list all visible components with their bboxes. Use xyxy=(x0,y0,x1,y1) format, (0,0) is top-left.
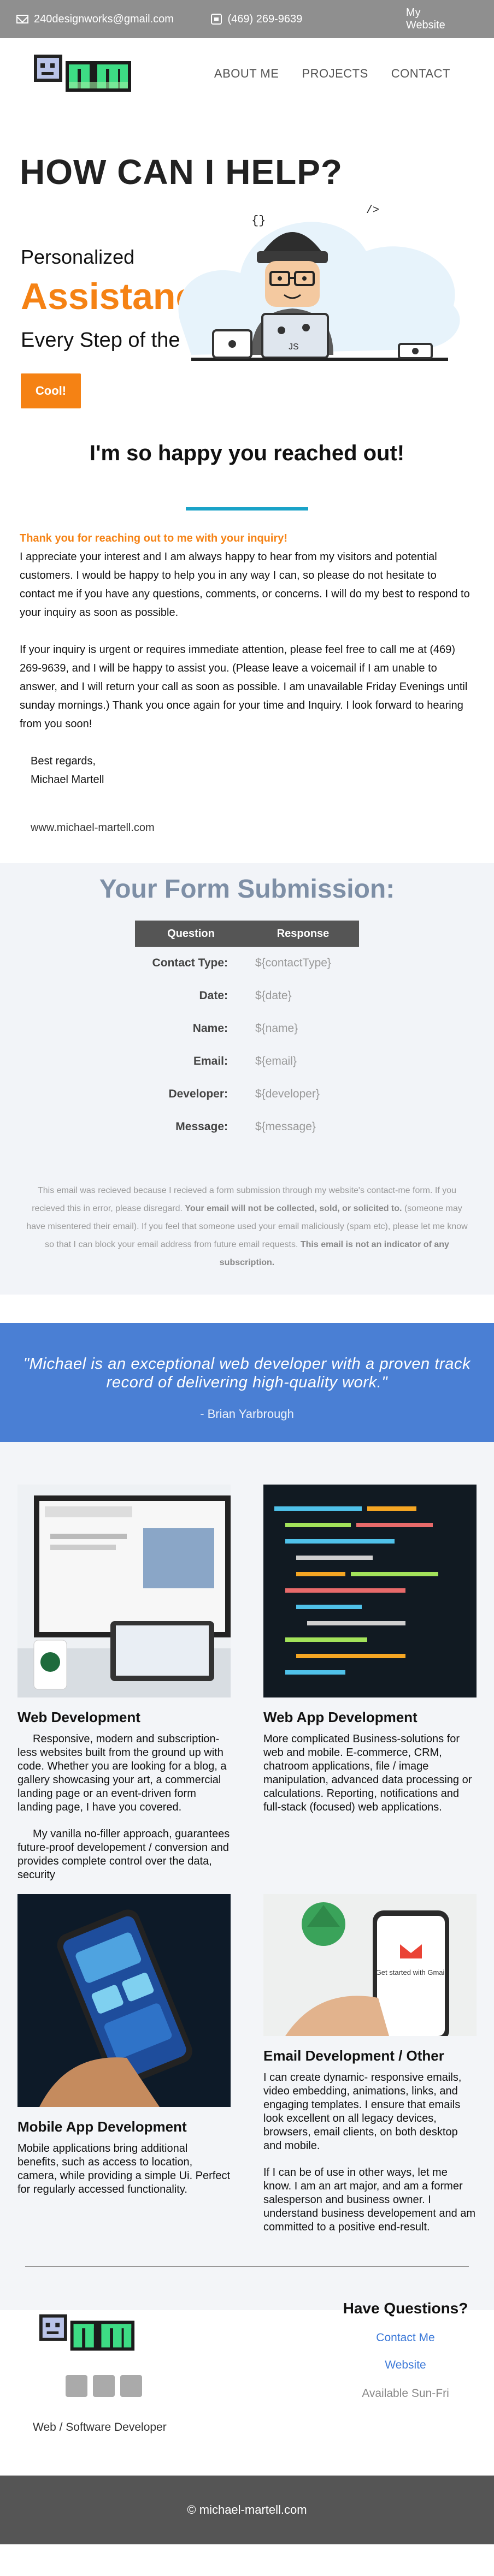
hero-section: HOW CAN I HELP? Personalized Assistance … xyxy=(0,109,494,431)
table-row: Contact Type: ${contactType} xyxy=(135,947,359,980)
row-label: Contact Type: xyxy=(152,957,228,969)
nav-projects[interactable]: PROJECTS xyxy=(302,67,368,81)
website-url[interactable]: www.michael-martell.com xyxy=(0,789,494,860)
service-description: Mobile applications bring additional ben… xyxy=(17,2142,231,2197)
intro-letter: Thank you for reaching out to me with yo… xyxy=(0,511,494,733)
phone-link[interactable]: (469) 269-9639 xyxy=(211,13,405,26)
regards-text: Best regards, xyxy=(31,755,96,767)
table-row: Developer: ${developer} xyxy=(135,1078,359,1111)
service-title: Email Development / Other xyxy=(263,2047,444,2064)
cool-button[interactable]: Cool! xyxy=(21,373,81,408)
service-paragraph: Responsive, modern and subscription-less… xyxy=(17,1733,227,1813)
column-question: Question xyxy=(167,927,215,940)
main-nav: ABOUT ME PROJECTS CONTACT xyxy=(0,38,494,109)
intro-heading: I'm so happy you reached out! xyxy=(89,441,405,465)
website-link[interactable]: Website xyxy=(340,2359,471,2372)
testimonial-author: - Brian Yarbrough xyxy=(200,1407,294,1421)
service-title: Web App Development xyxy=(263,1709,417,1725)
service-mobile-app-development: Mobile App Development Mobile applicatio… xyxy=(17,1894,231,2210)
footer-divider xyxy=(25,2266,469,2267)
service-paragraph: If I can be of use in other ways, let me… xyxy=(263,2167,476,2233)
my-website-link[interactable]: My Website xyxy=(406,7,462,32)
top-bar: 240designworks@gmail.com (469) 269-9639 … xyxy=(0,0,494,38)
service-web-app-development: Web App Development More complicated Bus… xyxy=(263,1485,477,1827)
signature-block: Best regards, Michael Martell xyxy=(0,752,494,789)
row-value: ${name} xyxy=(255,1022,298,1035)
service-web-development: Web Development Responsive, modern and s… xyxy=(17,1485,231,1895)
svg-text:/>: /> xyxy=(366,204,379,217)
submission-table: Question Response Contact Type: ${contact… xyxy=(135,921,359,1143)
footer-tagline: Web / Software Developer xyxy=(33,2421,167,2433)
service-paragraph: More complicated Business-solutions for … xyxy=(263,1733,472,1813)
hero-line-personalized: Personalized xyxy=(21,246,135,268)
row-label: Message: xyxy=(175,1120,228,1133)
svg-text:{}: {} xyxy=(251,214,266,228)
service-email-development: Get started with Gmail Email Development… xyxy=(263,1894,477,2247)
nav-about[interactable]: ABOUT ME xyxy=(214,67,279,81)
email-link[interactable]: 240designworks@gmail.com xyxy=(16,13,211,26)
code-screen-image xyxy=(263,1485,477,1697)
copyright-bar: © michael-martell.com xyxy=(0,2476,494,2544)
column-response: Response xyxy=(277,927,330,940)
footer-mm-logo[interactable] xyxy=(38,2308,137,2358)
social-links xyxy=(66,2375,142,2397)
row-label: Date: xyxy=(199,989,228,1002)
service-description: More complicated Business-solutions for … xyxy=(263,1732,477,1814)
row-value: ${message} xyxy=(255,1120,316,1133)
service-paragraph: Mobile applications bring additional ben… xyxy=(17,2142,231,2195)
services-section: Web Development Responsive, modern and s… xyxy=(0,1442,494,2310)
row-value: ${email} xyxy=(255,1055,297,1067)
gmail-get-started-text: Get started with Gmail xyxy=(376,1968,446,1976)
service-description: I can create dynamic- responsive emails,… xyxy=(263,2071,477,2234)
table-row: Name: ${name} xyxy=(135,1012,359,1045)
row-label: Developer: xyxy=(168,1088,228,1100)
gmail-phone-image: Get started with Gmail xyxy=(263,1894,477,2041)
linkedin-icon[interactable] xyxy=(66,2375,87,2397)
phone-text: (469) 269-9639 xyxy=(227,13,303,25)
mail-icon xyxy=(16,15,28,23)
table-row: Message: ${message} xyxy=(135,1111,359,1143)
table-header: Question Response xyxy=(135,921,359,947)
email-text: 240designworks@gmail.com xyxy=(34,13,174,25)
stackoverflow-icon[interactable] xyxy=(120,2375,142,2397)
row-value: ${contactType} xyxy=(255,957,331,969)
github-icon[interactable] xyxy=(93,2375,115,2397)
form-title: Your Form Submission: xyxy=(99,875,395,904)
service-title: Mobile App Development xyxy=(17,2118,187,2135)
service-description: Responsive, modern and subscription-less… xyxy=(17,1732,231,1882)
service-paragraph: My vanilla no-filler approach, guarantee… xyxy=(17,1828,230,1881)
service-paragraph: I can create dynamic- responsive emails,… xyxy=(263,2072,462,2152)
email-notice: This email was recieved because I reciev… xyxy=(22,1182,472,1272)
row-label: Email: xyxy=(193,1055,228,1067)
developer-illustration: {} /> JS xyxy=(178,204,460,361)
table-row: Date: ${date} xyxy=(135,980,359,1012)
notice-bold: Your email will not be collected, sold, … xyxy=(185,1204,402,1213)
phone-in-hand-image xyxy=(17,1894,231,2107)
mm-logo[interactable] xyxy=(33,49,133,98)
signature-name: Michael Martell xyxy=(31,774,104,786)
contact-me-link[interactable]: Contact Me xyxy=(340,2331,471,2344)
table-row: Email: ${email} xyxy=(135,1045,359,1078)
testimonial-quote: "Michael is an exceptional web developer… xyxy=(23,1355,471,1391)
intro-paragraph-1: I appreciate your interest and I am alwa… xyxy=(20,551,470,619)
phone-icon xyxy=(211,14,222,25)
row-label: Name: xyxy=(192,1022,228,1035)
availability-text: Available Sun-Fri xyxy=(362,2387,449,2400)
svg-text:JS: JS xyxy=(289,342,299,352)
have-questions-heading: Have Questions? xyxy=(343,2300,468,2317)
nav-contact[interactable]: CONTACT xyxy=(391,67,450,81)
thanks-line: Thank you for reaching out to me with yo… xyxy=(20,532,288,544)
row-value: ${date} xyxy=(255,989,292,1002)
row-value: ${developer} xyxy=(255,1088,320,1100)
service-title: Web Development xyxy=(17,1709,140,1725)
footer-contact-block: Have Questions? Contact Me Website Avail… xyxy=(340,2300,471,2400)
intro-paragraph-2: If your inquiry is urgent or requires im… xyxy=(20,644,468,730)
form-submission-section: Your Form Submission: Question Response … xyxy=(0,863,494,1295)
laptop-workspace-image xyxy=(17,1485,231,1697)
testimonial-banner: "Michael is an exceptional web developer… xyxy=(0,1323,494,1442)
